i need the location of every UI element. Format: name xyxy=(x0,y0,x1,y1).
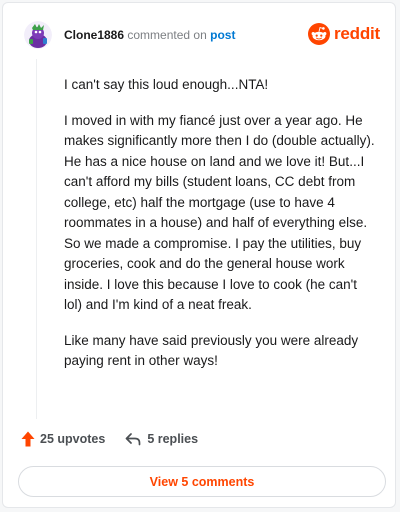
avatar-image xyxy=(24,21,52,49)
reply-arrow-icon xyxy=(125,433,141,446)
comment-body: I can't say this loud enough...NTA! I mo… xyxy=(64,75,376,387)
username-link[interactable]: Clone1886 xyxy=(64,28,124,42)
comment-paragraph: I moved in with my fiancé just over a ye… xyxy=(64,112,375,313)
upvote-arrow-icon xyxy=(21,431,35,447)
reddit-snoo-icon xyxy=(307,23,330,45)
post-link[interactable]: post xyxy=(210,28,235,42)
commented-on-label: commented on xyxy=(127,28,207,42)
thread-line xyxy=(36,59,37,419)
comment-paragraph: Like many have said previously you were … xyxy=(64,332,359,369)
comment-paragraph: I can't say this loud enough...NTA! xyxy=(64,77,269,92)
replies-count: 5 replies xyxy=(147,432,199,446)
upvote-count: 25 upvotes xyxy=(40,432,106,446)
view-comments-button[interactable]: View 5 comments xyxy=(18,466,386,497)
comment-actions: 25 upvotes 5 replies xyxy=(21,431,198,447)
comment-card: Clone1886 commented on post reddit I can… xyxy=(2,2,396,508)
upvote-button[interactable]: 25 upvotes xyxy=(21,431,105,447)
reddit-wordmark: reddit xyxy=(333,24,380,43)
reddit-logo[interactable]: reddit xyxy=(307,23,380,45)
avatar[interactable] xyxy=(24,21,52,49)
comment-header: Clone1886 commented on post xyxy=(64,28,235,42)
replies-button[interactable]: 5 replies xyxy=(125,432,198,446)
